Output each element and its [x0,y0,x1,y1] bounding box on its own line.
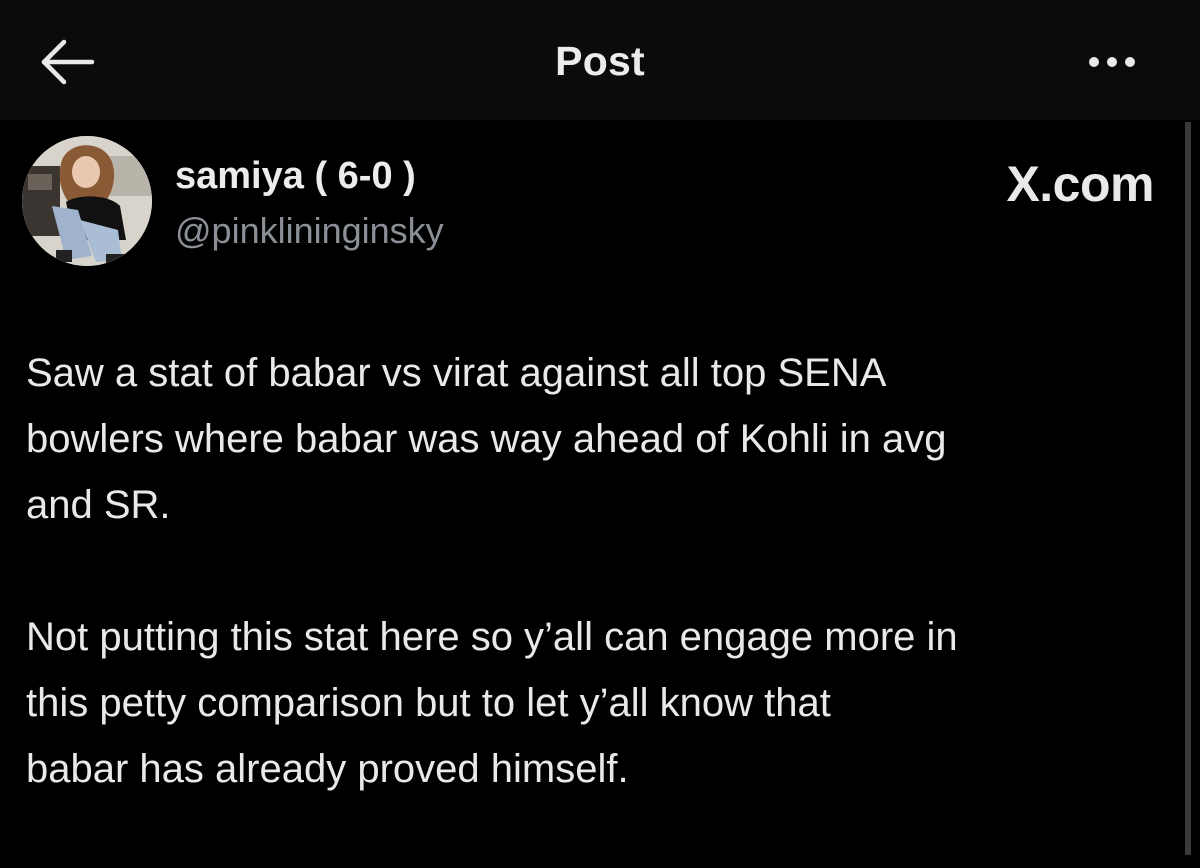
post-line: Not putting this stat here so y’all can … [26,615,958,659]
x-com-watermark: X.com [1006,156,1154,212]
top-navigation-bar: Post [0,0,1200,120]
more-options-button[interactable] [1080,44,1150,80]
post-line: this petty comparison but to let y’all k… [26,681,831,725]
post-line: babar has already proved himself. [26,747,629,791]
author-display-name[interactable]: samiya ( 6-0 ) [175,155,416,198]
post-line: Saw a stat of babar vs virat against all… [26,351,887,395]
post-text: Saw a stat of babar vs virat against all… [26,340,1176,868]
scrollbar[interactable] [1185,122,1191,855]
page-title: Post [555,38,645,84]
author-handle[interactable]: @pinklininginsky [175,210,444,252]
post-paragraph-2: Not putting this stat here so y’all can … [26,604,1176,802]
post-line: and SR. [26,483,171,527]
more-horizontal-icon [1080,44,1150,80]
post-line: bowlers where babar was way ahead of Koh… [26,417,947,461]
avatar[interactable] [22,136,152,266]
post-paragraph-1: Saw a stat of babar vs virat against all… [26,340,1176,538]
